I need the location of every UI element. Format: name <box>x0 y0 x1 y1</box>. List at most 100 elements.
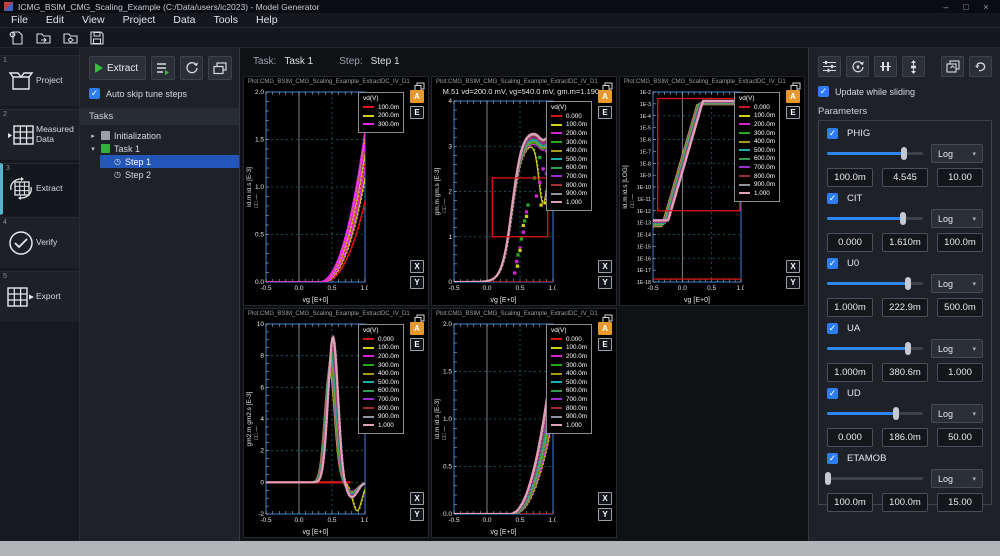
slider-thumb[interactable] <box>900 147 907 160</box>
menu-file[interactable]: File <box>2 14 37 26</box>
param-checkbox-cit[interactable]: ✓ <box>827 193 838 204</box>
menu-view[interactable]: View <box>73 14 114 26</box>
param-slider-u0[interactable] <box>827 277 923 290</box>
slider-thumb[interactable] <box>824 472 831 485</box>
update-while-sliding-checkbox[interactable]: ✓ <box>818 86 829 97</box>
y-axis-button[interactable]: Y <box>786 276 800 289</box>
scale-select-ud[interactable]: Log ▾ <box>931 404 983 423</box>
close-button[interactable]: × <box>976 2 996 12</box>
new-project-button[interactable] <box>7 30 25 46</box>
edit-button[interactable]: E <box>598 106 612 119</box>
reset-sliders-button[interactable] <box>846 56 869 77</box>
x-axis-button[interactable]: X <box>598 260 612 273</box>
nav-item-verify[interactable]: 4 Verify <box>0 217 79 269</box>
y-axis-button[interactable]: Y <box>410 508 424 521</box>
x-axis-button[interactable]: X <box>410 260 424 273</box>
scale-select-phig[interactable]: Log ▾ <box>931 144 983 163</box>
param-min-field[interactable]: 1.000m <box>827 363 873 382</box>
slider-thumb[interactable] <box>904 342 911 355</box>
auto-scale-button[interactable]: A <box>786 90 800 103</box>
project-settings-button[interactable] <box>61 30 79 46</box>
scale-select-u0[interactable]: Log ▾ <box>931 274 983 293</box>
save-button[interactable] <box>88 30 106 46</box>
maximize-button[interactable]: □ <box>956 2 976 12</box>
param-max-field[interactable]: 500.0m <box>937 298 983 317</box>
nav-item-measured-data[interactable]: 2 Measured Data <box>0 109 79 161</box>
y-axis-button[interactable]: Y <box>410 276 424 289</box>
menu-edit[interactable]: Edit <box>37 14 73 26</box>
tune-range-button[interactable] <box>874 56 897 77</box>
copy-parameters-button[interactable] <box>941 56 964 77</box>
scale-select-ua[interactable]: Log ▾ <box>931 339 983 358</box>
edit-button[interactable]: E <box>598 338 612 351</box>
chart-5[interactable]: -0.50.00.51.00.00.51.01.52.0vg [E+0]id.m… <box>432 319 556 537</box>
scale-select-cit[interactable]: Log ▾ <box>931 209 983 228</box>
param-min-field[interactable]: 100.0m <box>827 493 873 512</box>
run-list-button[interactable] <box>151 56 175 80</box>
x-axis-button[interactable]: X <box>598 492 612 505</box>
param-checkbox-u0[interactable]: ✓ <box>827 258 838 269</box>
param-value-field[interactable]: 1.610m <box>882 233 928 252</box>
tree-item-initialization[interactable]: ▸ Initialization <box>89 129 232 142</box>
auto-scale-button[interactable]: A <box>598 322 612 335</box>
refresh-button[interactable] <box>179 56 204 80</box>
param-checkbox-phig[interactable]: ✓ <box>827 128 838 139</box>
menu-help[interactable]: Help <box>247 14 287 26</box>
param-min-field[interactable]: 0.000 <box>827 428 873 447</box>
scale-select-etamob[interactable]: Log ▾ <box>931 469 983 488</box>
param-max-field[interactable]: 100.0m <box>937 233 983 252</box>
auto-scale-button[interactable]: A <box>410 322 424 335</box>
menu-project[interactable]: Project <box>114 14 165 26</box>
auto-scale-button[interactable]: A <box>598 90 612 103</box>
param-checkbox-etamob[interactable]: ✓ <box>827 453 838 464</box>
param-slider-etamob[interactable] <box>824 472 923 485</box>
param-checkbox-ud[interactable]: ✓ <box>827 388 838 399</box>
tree-item-step-1[interactable]: ◷ Step 1 <box>100 155 239 168</box>
param-max-field[interactable]: 50.00 <box>937 428 983 447</box>
y-axis-button[interactable]: Y <box>598 508 612 521</box>
undo-button[interactable] <box>969 56 992 77</box>
slider-thumb[interactable] <box>904 277 911 290</box>
param-value-field[interactable]: 186.0m <box>882 428 928 447</box>
chart-4[interactable]: -0.5 0.0 0.5 1.0 -2 0 2 4 6 8 10 vg [E+0] gm2.m gm2.… <box>244 319 368 537</box>
nav-item-extract[interactable]: 3 Extract <box>0 163 79 215</box>
auto-scale-button[interactable]: A <box>410 90 424 103</box>
y-axis-button[interactable]: Y <box>598 276 612 289</box>
open-project-button[interactable] <box>34 30 52 46</box>
param-min-field[interactable]: 100.0m <box>827 168 873 187</box>
auto-skip-row[interactable]: ✓ Auto skip tune steps <box>89 88 232 99</box>
auto-skip-checkbox[interactable]: ✓ <box>89 88 100 99</box>
param-value-field[interactable]: 4.545 <box>882 168 928 187</box>
nav-item-export[interactable]: 5 Export <box>0 271 79 323</box>
edit-button[interactable]: E <box>410 106 424 119</box>
param-max-field[interactable]: 15.00 <box>937 493 983 512</box>
chevron-icon[interactable]: ▸ <box>89 132 97 140</box>
param-max-field[interactable]: 1.000 <box>937 363 983 382</box>
tune-vertical-button[interactable] <box>902 56 925 77</box>
chart-2[interactable]: -0.5 0.0 0.5 1.0 0 1 2 3 4 vg [E+0] gm.m gm.s [E-3… <box>432 96 556 305</box>
x-axis-button[interactable]: X <box>786 260 800 273</box>
slider-thumb[interactable] <box>893 407 900 420</box>
param-value-field[interactable]: 100.0m <box>882 493 928 512</box>
edit-button[interactable]: E <box>410 338 424 351</box>
param-value-field[interactable]: 380.6m <box>882 363 928 382</box>
chart-1[interactable]: -0.50.00.51.00.00.51.01.52.0vg [E+0]id.m… <box>244 87 368 305</box>
cascade-windows-button[interactable] <box>208 56 232 80</box>
nav-item-project[interactable]: 1 Project <box>0 55 79 107</box>
chevron-icon[interactable]: ▾ <box>89 145 97 153</box>
param-value-field[interactable]: 222.9m <box>882 298 928 317</box>
menu-tools[interactable]: Tools <box>204 14 247 26</box>
tree-item-step-2[interactable]: ◷ Step 2 <box>89 168 232 181</box>
param-checkbox-ua[interactable]: ✓ <box>827 323 838 334</box>
param-slider-ua[interactable] <box>827 342 923 355</box>
param-slider-phig[interactable] <box>827 147 923 160</box>
param-max-field[interactable]: 10.00 <box>937 168 983 187</box>
chart-3[interactable]: -0.5 0.0 0.5 1.0 1E-2 1E-3 1E-4 1E-5 1E-6 1E-7 1E-… <box>620 87 744 305</box>
tune-sliders-button[interactable] <box>818 56 841 77</box>
menu-data[interactable]: Data <box>164 14 204 26</box>
param-slider-cit[interactable] <box>827 212 923 225</box>
x-axis-button[interactable]: X <box>410 492 424 505</box>
slider-thumb[interactable] <box>899 212 906 225</box>
tree-item-task-1[interactable]: ▾ Task 1 <box>89 142 232 155</box>
param-min-field[interactable]: 0.000 <box>827 233 873 252</box>
